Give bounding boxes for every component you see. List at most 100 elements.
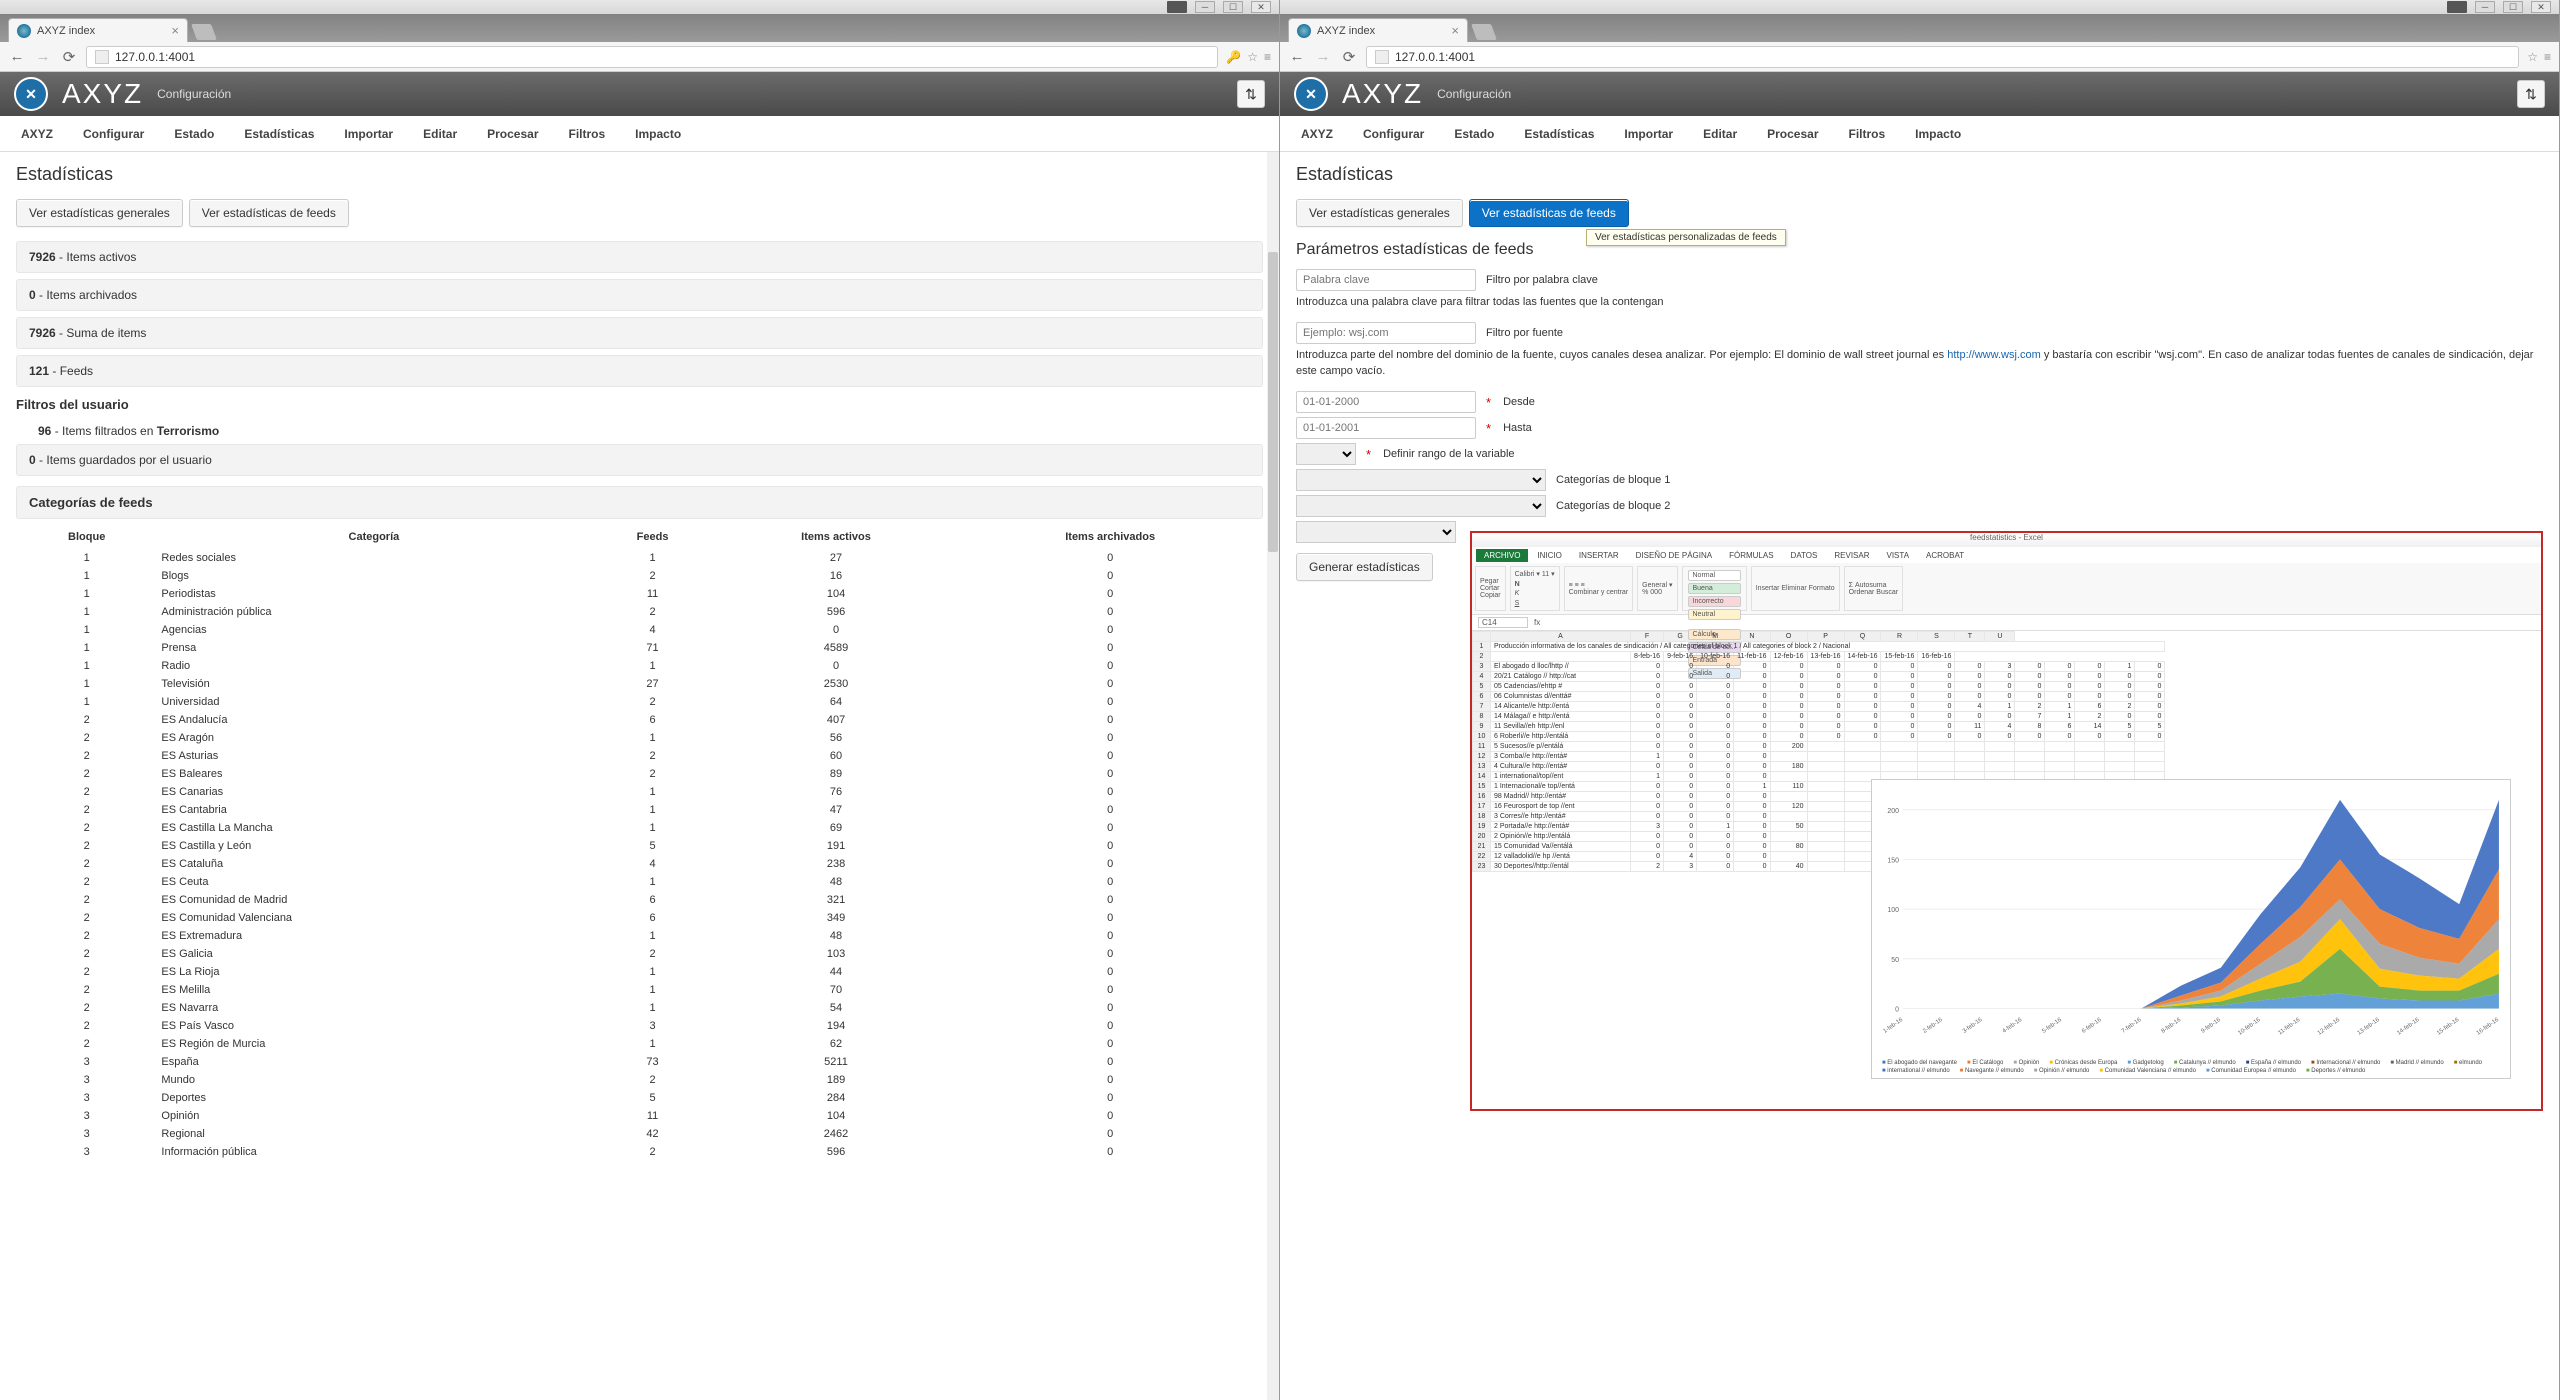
close-window-button[interactable]: ✕ [1251,1,1271,13]
keyword-input[interactable] [1296,269,1476,291]
nav-tab-editar[interactable]: Editar [1688,118,1752,150]
nav-forward-icon[interactable]: → [34,48,52,66]
sort-toggle-button[interactable]: ⇅ [1237,80,1265,108]
table-cell: 2 [16,783,157,801]
nav-tab-filtros[interactable]: Filtros [554,118,621,150]
required-icon: * [1486,421,1491,436]
menu-icon[interactable]: ≡ [1264,50,1271,64]
menu-icon[interactable]: ≡ [2544,50,2551,64]
minimize-button[interactable]: ─ [2475,1,2495,13]
chrome-user-icon[interactable] [1167,1,1187,13]
nav-tab-estado[interactable]: Estado [1439,118,1509,150]
table-cell: 0 [957,1125,1263,1143]
browser-tab[interactable]: AXYZ index × [8,18,188,42]
maximize-button[interactable]: ☐ [2503,1,2523,13]
btn-feed-stats[interactable]: Ver estadísticas de feeds [189,199,349,227]
nav-tab-estadísticas[interactable]: Estadísticas [1509,118,1609,150]
table-cell: 42 [590,1125,714,1143]
table-cell: 64 [715,693,958,711]
nav-tab-procesar[interactable]: Procesar [1752,118,1833,150]
new-tab-button[interactable] [1471,24,1497,40]
excel-tab[interactable]: ARCHIVO [1476,549,1528,562]
maximize-button[interactable]: ☐ [1223,1,1243,13]
nav-tab-estadísticas[interactable]: Estadísticas [229,118,329,150]
scrollbar-thumb[interactable] [1268,252,1278,552]
table-cell: Regional [157,1125,590,1143]
nav-forward-icon[interactable]: → [1314,48,1332,66]
sort-toggle-button[interactable]: ⇅ [2517,80,2545,108]
excel-tab[interactable]: DATOS [1783,549,1826,562]
tab-close-icon[interactable]: × [1451,23,1459,38]
nav-tab-procesar[interactable]: Procesar [472,118,553,150]
nav-back-icon[interactable]: ← [8,48,26,66]
btn-general-stats[interactable]: Ver estadísticas generales [16,199,183,227]
btn-general-stats[interactable]: Ver estadísticas generales [1296,199,1463,227]
table-cell: 2 [590,693,714,711]
bookmark-icon[interactable]: ☆ [1247,50,1258,64]
tab-close-icon[interactable]: × [171,23,179,38]
table-cell: 1 [590,783,714,801]
nav-tab-importar[interactable]: Importar [329,118,408,150]
chrome-user-icon[interactable] [2447,1,2467,13]
nav-tab-estado[interactable]: Estado [159,118,229,150]
nav-tab-impacto[interactable]: Impacto [1900,118,1976,150]
style-chip[interactable]: Salida [1688,668,1741,679]
table-cell: 2 [16,801,157,819]
excel-tab[interactable]: INSERTAR [1571,549,1627,562]
nav-tab-configurar[interactable]: Configurar [68,118,159,150]
date-from-input[interactable] [1296,391,1476,413]
col-header: Categoría [157,525,590,549]
generate-stats-button[interactable]: Generar estadísticas [1296,553,1433,581]
nav-tab-impacto[interactable]: Impacto [620,118,696,150]
table-cell: 0 [957,693,1263,711]
style-chip[interactable]: Normal [1688,570,1741,581]
table-cell: 596 [715,603,958,621]
excel-tab[interactable]: FÓRMULAS [1721,549,1781,562]
excel-tab[interactable]: DISEÑO DE PÁGINA [1628,549,1720,562]
filter-count: 96 [38,424,51,438]
table-cell: 1 [16,603,157,621]
scrollbar[interactable] [1267,152,1279,1400]
source-help-link[interactable]: http://www.wsj.com [1947,349,2041,361]
excel-tab[interactable]: VISTA [1879,549,1918,562]
translate-icon[interactable]: 🔑 [1226,50,1241,64]
url-input[interactable]: 127.0.0.1:4001 [1366,46,2519,68]
table-cell: 2 [16,1035,157,1053]
range-select[interactable] [1296,443,1356,465]
cat1-select[interactable] [1296,469,1546,491]
new-tab-button[interactable] [191,24,217,40]
table-cell: 4589 [715,639,958,657]
nav-tab-editar[interactable]: Editar [408,118,472,150]
cat2-label: Categorías de bloque 2 [1556,500,1670,512]
cell-reference[interactable]: C14 [1478,617,1528,628]
style-chip[interactable]: Neutral [1688,609,1741,620]
nav-back-icon[interactable]: ← [1288,48,1306,66]
cat2-select[interactable] [1296,495,1546,517]
close-window-button[interactable]: ✕ [2531,1,2551,13]
table-row: 2ES Ceuta1480 [16,873,1263,891]
btn-feed-stats[interactable]: Ver estadísticas de feeds [1469,199,1629,227]
nav-reload-icon[interactable]: ⟳ [1340,48,1358,66]
excel-tab[interactable]: INICIO [1529,549,1569,562]
nav-reload-icon[interactable]: ⟳ [60,48,78,66]
minimize-button[interactable]: ─ [1195,1,1215,13]
browser-tab[interactable]: AXYZ index × [1288,18,1468,42]
nav-tab-configurar[interactable]: Configurar [1348,118,1439,150]
excel-tab[interactable]: REVISAR [1826,549,1877,562]
bookmark-icon[interactable]: ☆ [2527,50,2538,64]
main-nav: AXYZConfigurarEstadoEstadísticasImportar… [1280,116,2559,152]
style-chip[interactable]: Buena [1688,583,1741,594]
nav-tab-importar[interactable]: Importar [1609,118,1688,150]
source-input[interactable] [1296,322,1476,344]
nav-tab-filtros[interactable]: Filtros [1834,118,1901,150]
nav-tab-axyz[interactable]: AXYZ [6,118,68,150]
extra-select[interactable] [1296,521,1456,543]
date-to-input[interactable] [1296,417,1476,439]
excel-tab[interactable]: ACROBAT [1918,549,1972,562]
svg-text:150: 150 [1887,858,1899,865]
style-chip[interactable]: Incorrecto [1688,596,1741,607]
url-input[interactable]: 127.0.0.1:4001 [86,46,1218,68]
table-cell: 2 [16,909,157,927]
nav-tab-axyz[interactable]: AXYZ [1286,118,1348,150]
table-cell: ES Galicia [157,945,590,963]
